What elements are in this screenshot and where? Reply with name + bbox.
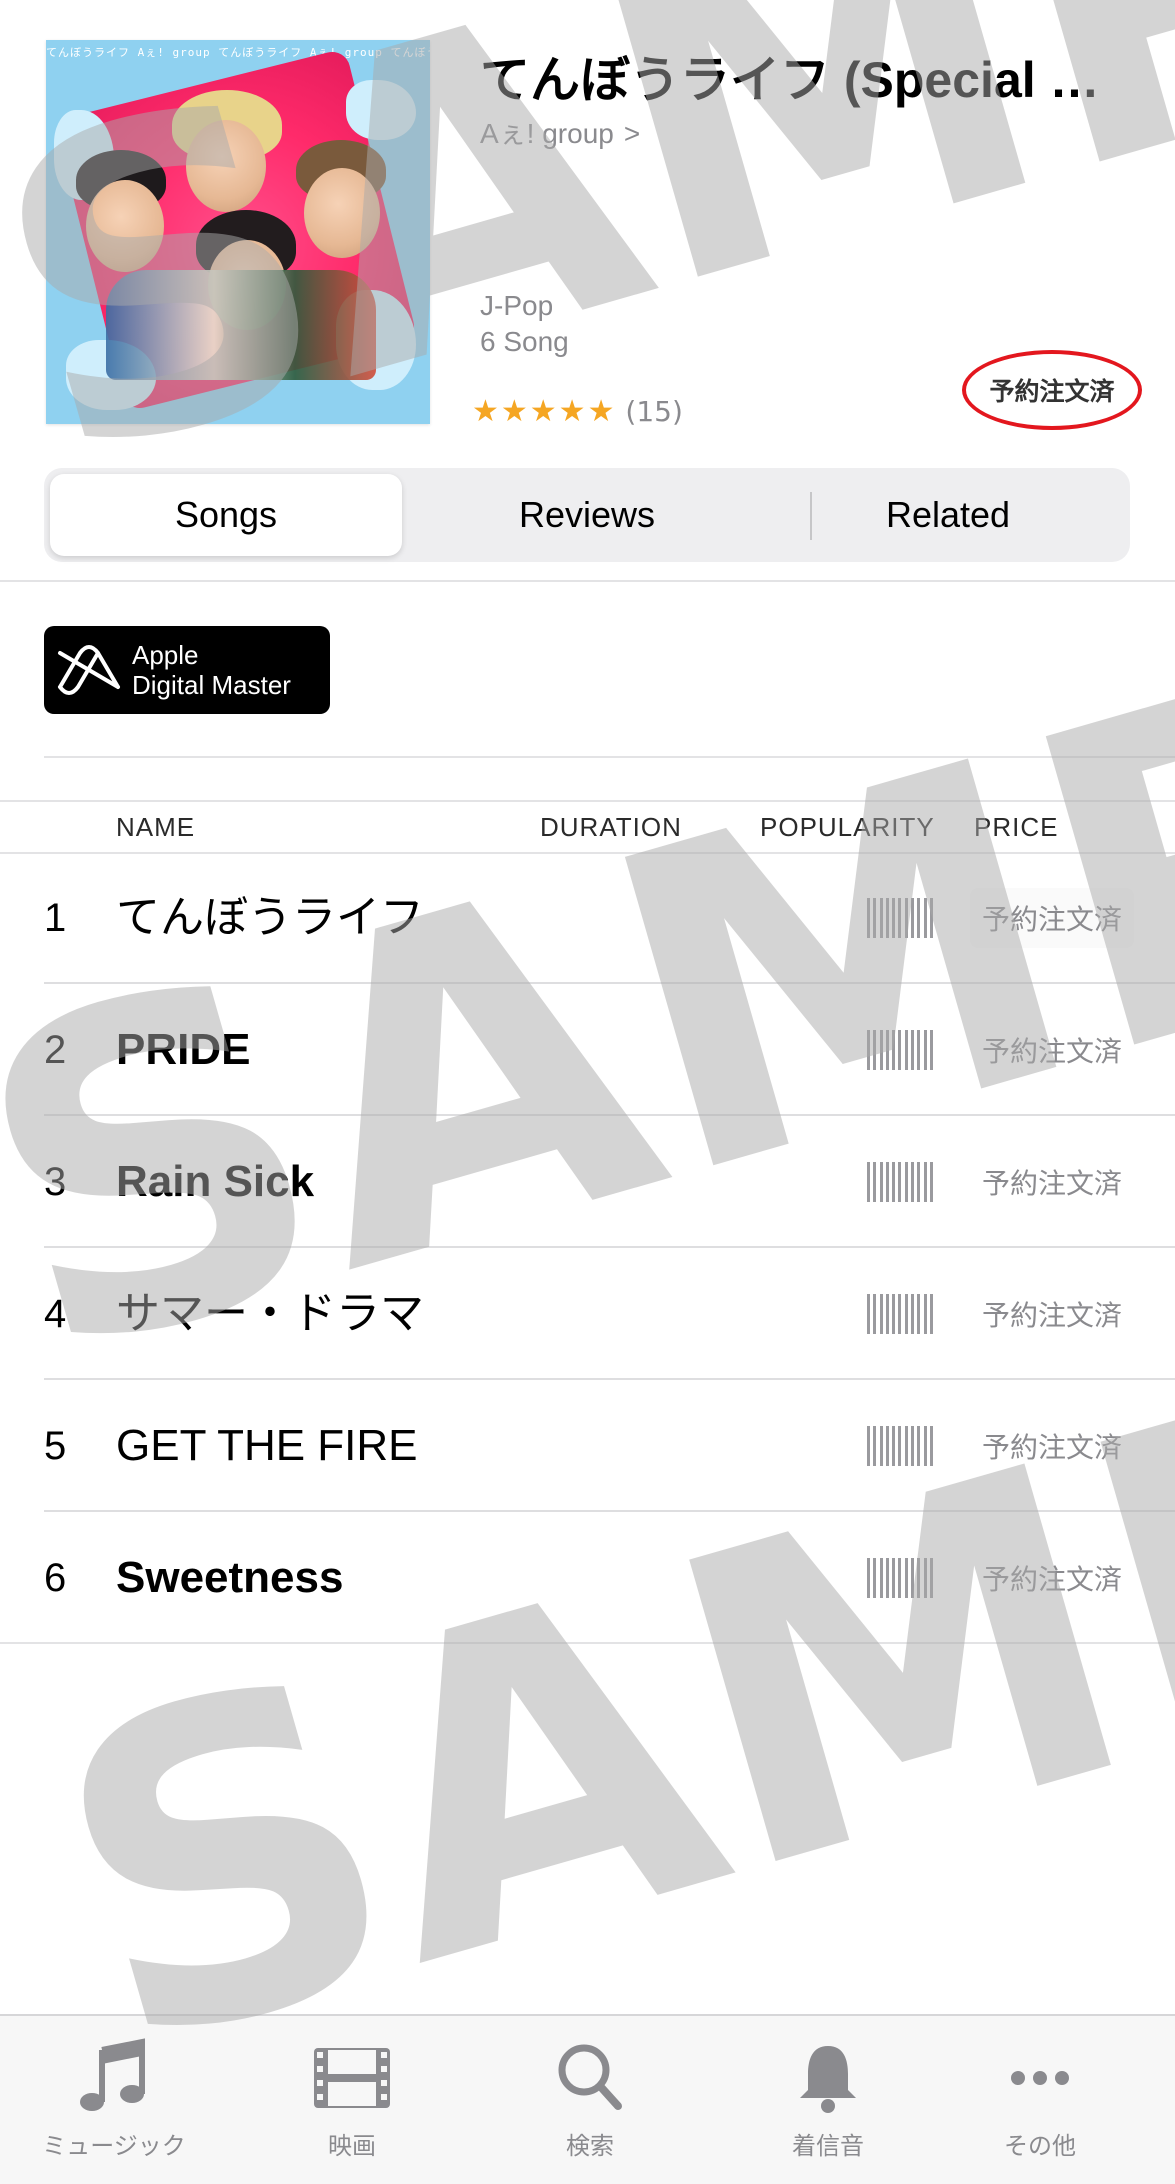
chevron-right-icon: > bbox=[623, 118, 641, 149]
rating-count: (15) bbox=[625, 395, 683, 428]
track-price-button[interactable]: 予約注文済 bbox=[970, 1152, 1134, 1212]
tabbar-label: その他 bbox=[1004, 2132, 1076, 2160]
artist-name: Aぇ! group bbox=[480, 118, 614, 149]
track-row[interactable]: 6 Sweetness 予約注文済 bbox=[0, 1512, 1175, 1644]
column-header-name[interactable]: NAME bbox=[116, 812, 195, 843]
tabbar-item-more[interactable]: その他 bbox=[940, 2036, 1140, 2176]
artwork-border-text: てんぼうライフ Aぇ! group てんぼうライフ Aぇ! group てんぼう… bbox=[46, 46, 430, 59]
track-row[interactable]: 4 サマー・ドラマ 予約注文済 bbox=[0, 1248, 1175, 1380]
popularity-bars bbox=[867, 898, 933, 938]
track-price-button[interactable]: 予約注文済 bbox=[970, 1416, 1134, 1476]
section-divider bbox=[0, 800, 1175, 802]
popularity-bars bbox=[867, 1294, 933, 1334]
film-icon bbox=[314, 2048, 390, 2108]
track-price-button[interactable]: 予約注文済 bbox=[970, 1020, 1134, 1080]
member-face bbox=[86, 180, 164, 272]
track-price-button[interactable]: 予約注文済 bbox=[970, 888, 1134, 948]
music-note-icon bbox=[80, 2038, 145, 2111]
badge-line-1: Apple bbox=[132, 640, 199, 670]
album-genre: J-Pop bbox=[480, 290, 554, 321]
track-name: Rain Sick bbox=[116, 1157, 315, 1206]
track-price-button[interactable]: 予約注文済 bbox=[970, 1548, 1134, 1608]
segmented-control: Songs Reviews Related bbox=[44, 468, 1130, 562]
track-name: GET THE FIRE bbox=[116, 1421, 418, 1470]
section-divider bbox=[0, 580, 1175, 582]
track-name: てんぼうライフ bbox=[116, 893, 424, 942]
track-row[interactable]: 5 GET THE FIRE 予約注文済 bbox=[0, 1380, 1175, 1512]
row-divider bbox=[0, 1642, 1175, 1644]
popularity-bars bbox=[867, 1030, 933, 1070]
popularity-bars bbox=[867, 1162, 933, 1202]
artwork-paper-tear bbox=[346, 80, 416, 140]
tabbar-label: 検索 bbox=[566, 2132, 614, 2160]
track-number: 2 bbox=[44, 1028, 67, 1072]
album-artwork[interactable]: てんぼうライフ Aぇ! group てんぼうライフ Aぇ! group てんぼう… bbox=[46, 40, 430, 424]
column-header-popularity[interactable]: POPULARITY bbox=[760, 812, 935, 843]
track-number: 1 bbox=[44, 896, 67, 940]
artist-link[interactable]: Aぇ! group > bbox=[480, 112, 640, 152]
badge-line-2: Digital Master bbox=[132, 670, 291, 700]
column-header-price[interactable]: PRICE bbox=[974, 812, 1058, 843]
tabbar-label: 着信音 bbox=[792, 2132, 864, 2160]
search-icon bbox=[558, 2044, 622, 2110]
bell-icon bbox=[800, 2046, 856, 2113]
track-row[interactable]: 2 PRIDE 予約注文済 bbox=[0, 984, 1175, 1116]
tabbar-item-tones[interactable]: 着信音 bbox=[728, 2036, 928, 2176]
apple-digital-master-badge[interactable]: Apple Digital Master bbox=[44, 626, 330, 714]
popularity-bars bbox=[867, 1426, 933, 1466]
track-price-button[interactable]: 予約注文済 bbox=[970, 1284, 1134, 1344]
album-title: てんぼうライフ (Special Edit… bbox=[480, 52, 1130, 108]
tabbar-item-movies[interactable]: 映画 bbox=[252, 2036, 452, 2176]
track-number: 4 bbox=[44, 1292, 67, 1336]
tabbar-item-music[interactable]: ミュージック bbox=[14, 2036, 214, 2176]
tabbar-label: ミュージック bbox=[42, 2132, 186, 2160]
tabbar-label: 映画 bbox=[328, 2132, 376, 2160]
track-name: Sweetness bbox=[116, 1553, 344, 1602]
bottom-tab-bar: ミュージック 映画 検索 着信音 その他 bbox=[0, 2014, 1175, 2184]
album-song-count: 6 Song bbox=[480, 326, 569, 357]
tabbar-item-search[interactable]: 検索 bbox=[490, 2036, 690, 2176]
tab-related[interactable]: Related bbox=[772, 474, 1124, 556]
track-number: 6 bbox=[44, 1556, 67, 1600]
popularity-bars bbox=[867, 1558, 933, 1598]
track-name: PRIDE bbox=[116, 1025, 251, 1074]
itunes-album-page: てんぼうライフ Aぇ! group てんぼうライフ Aぇ! group てんぼう… bbox=[0, 0, 1175, 2184]
more-icon bbox=[1011, 2071, 1069, 2085]
digital-master-icon bbox=[58, 645, 120, 695]
member-clothes bbox=[106, 270, 376, 380]
album-preorder-status[interactable]: 予約注文済 bbox=[962, 350, 1142, 430]
tab-songs[interactable]: Songs bbox=[50, 474, 402, 556]
track-number: 3 bbox=[44, 1160, 67, 1204]
tab-reviews[interactable]: Reviews bbox=[411, 474, 763, 556]
track-row[interactable]: 1 てんぼうライフ 予約注文済 bbox=[0, 852, 1175, 984]
track-number: 5 bbox=[44, 1424, 67, 1468]
column-header-duration[interactable]: DURATION bbox=[540, 812, 682, 843]
star-rating-icon: ★★★★★ bbox=[472, 394, 617, 429]
track-row[interactable]: 3 Rain Sick 予約注文済 bbox=[0, 1116, 1175, 1248]
album-rating[interactable]: ★★★★★ (15) bbox=[472, 394, 683, 429]
member-face bbox=[186, 120, 266, 212]
member-face bbox=[304, 168, 380, 258]
section-divider bbox=[44, 756, 1175, 758]
track-name: サマー・ドラマ bbox=[116, 1289, 424, 1338]
